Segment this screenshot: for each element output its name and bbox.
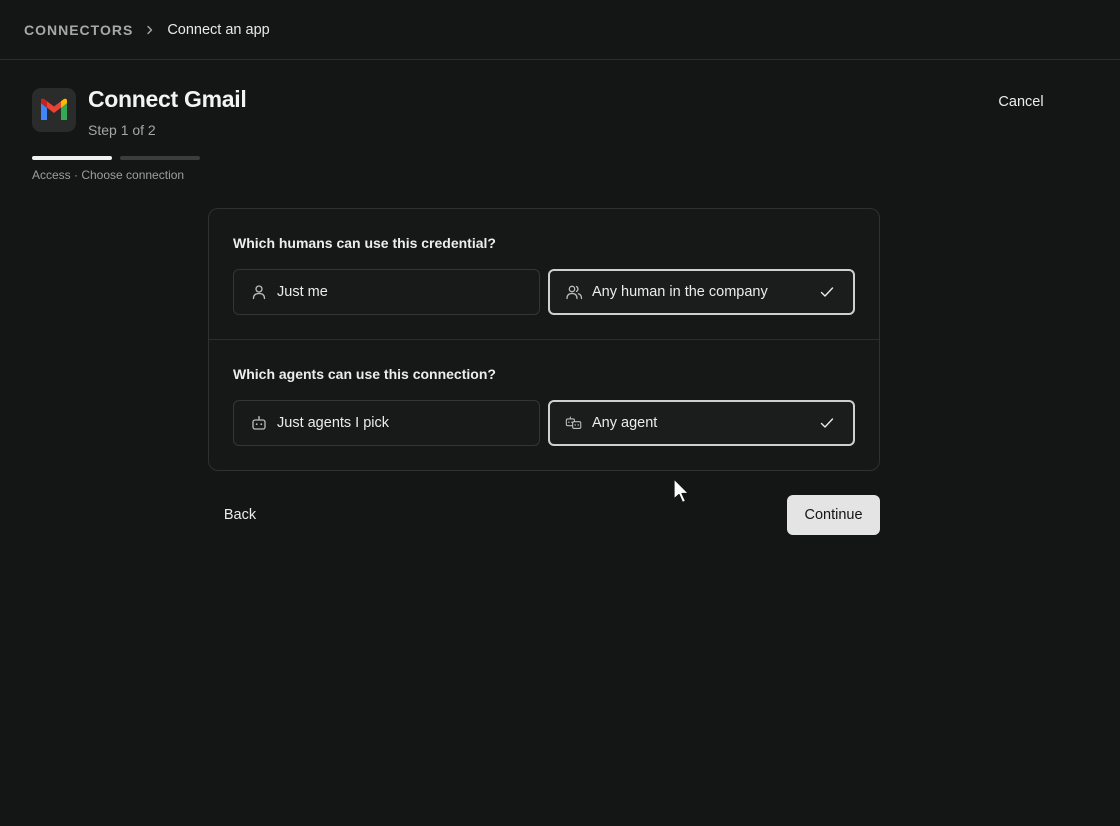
option-label: Just agents I pick (277, 415, 390, 431)
gmail-logo-icon (32, 88, 76, 132)
step-indicator: Step 1 of 2 (88, 122, 156, 138)
option-just-me[interactable]: Just me (233, 269, 540, 315)
option-just-agents-i-pick[interactable]: Just agents I pick (233, 400, 540, 446)
robot-icon (250, 414, 268, 432)
people-icon (565, 283, 583, 301)
breadcrumb: CONNECTORS Connect an app (0, 0, 1120, 60)
chevron-right-icon (133, 25, 167, 35)
person-icon (250, 283, 268, 301)
step-progress-bar (32, 156, 200, 160)
cancel-button[interactable]: Cancel (990, 90, 1052, 114)
option-any-human[interactable]: Any human in the company (548, 269, 855, 315)
progress-segment-2 (120, 156, 200, 160)
check-icon (819, 415, 835, 431)
option-any-agent[interactable]: Any agent (548, 400, 855, 446)
breadcrumb-connectors-link[interactable]: CONNECTORS (24, 22, 133, 38)
humans-question: Which humans can use this credential? (233, 235, 496, 251)
page-header: Connect Gmail Step 1 of 2 (32, 86, 247, 138)
agents-section: Which agents can use this connection? Ju… (209, 340, 879, 470)
page-title: Connect Gmail (88, 86, 247, 112)
option-label: Any agent (592, 415, 658, 431)
progress-segment-1 (32, 156, 112, 160)
option-label: Any human in the company (592, 284, 768, 300)
check-icon (819, 284, 835, 300)
access-settings-card: Which humans can use this credential? Ju… (208, 208, 880, 471)
mouse-cursor-icon (672, 478, 692, 506)
back-button[interactable]: Back (208, 496, 272, 534)
breadcrumb-current: Connect an app (167, 21, 270, 38)
progress-caption: Access · Choose connection (32, 168, 185, 182)
robots-icon (565, 414, 583, 432)
option-label: Just me (277, 284, 328, 300)
humans-section: Which humans can use this credential? Ju… (209, 209, 879, 340)
agents-question: Which agents can use this connection? (233, 366, 496, 382)
continue-button[interactable]: Continue (787, 495, 880, 535)
